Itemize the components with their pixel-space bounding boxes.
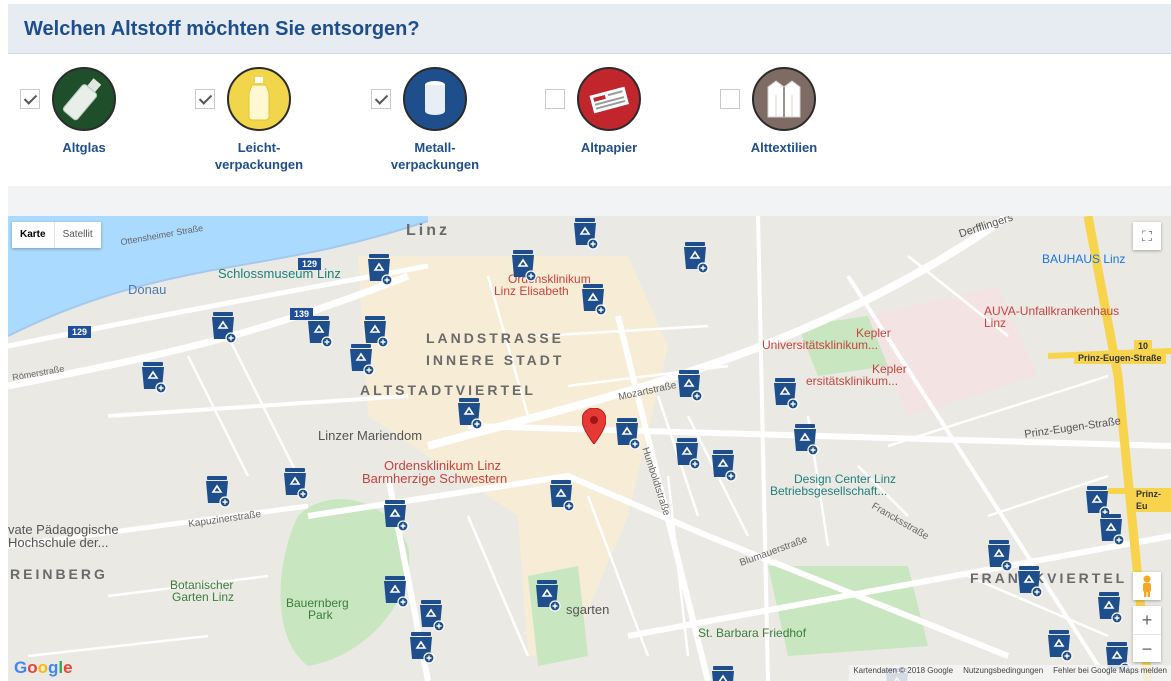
- poi-bauernberg-2: Park: [308, 608, 333, 622]
- map[interactable]: Linz LANDSTRASSE INNERE STADT ALTSTADTVI…: [8, 216, 1171, 681]
- street-view-button[interactable]: [1133, 572, 1161, 600]
- filter-altglas[interactable]: Altglas: [10, 67, 170, 187]
- poi-bauhaus: BAUHAUS Linz: [1042, 252, 1126, 266]
- report-error-link[interactable]: Fehler bei Google Maps melden: [1053, 666, 1167, 680]
- map-type-satellit[interactable]: Satellit: [53, 222, 101, 248]
- newspaper-icon[interactable]: [577, 67, 641, 131]
- recycling-bin-icon[interactable]: [304, 314, 334, 348]
- recycling-bin-icon[interactable]: [280, 466, 310, 500]
- prinz-eugen-yellow-label: Prinz-Eugen-Straße: [1074, 352, 1166, 364]
- recycling-bin-icon[interactable]: [578, 282, 608, 316]
- label-reinberg: REINBERG: [10, 566, 108, 582]
- recycling-bin-icon[interactable]: [202, 474, 232, 508]
- map-type-control: Karte Satellit: [12, 222, 101, 248]
- poi-schlossmuseum: Schlossmuseum Linz: [218, 266, 341, 281]
- filter-altpapier[interactable]: Altpapier: [535, 67, 695, 187]
- recycling-bin-icon[interactable]: [416, 598, 446, 632]
- page-header: Welchen Altstoff möchten Sie entsorgen?: [8, 4, 1171, 54]
- zoom-control: + −: [1133, 606, 1161, 662]
- recycling-bin-icon[interactable]: [674, 368, 704, 402]
- poi-design-center-2: Betriebsgesellschaft...: [770, 484, 888, 498]
- recycling-bin-icon[interactable]: [1044, 628, 1074, 662]
- poi-volksgarten: sgarten: [566, 602, 610, 617]
- alttextilien-label: Alttextilien: [750, 140, 818, 155]
- map-attribution: Kartendaten © 2018 Google Nutzungsbeding…: [849, 665, 1171, 681]
- poi-ordensklinikum-elisabeth-2: Linz Elisabeth: [494, 284, 569, 298]
- recycling-bin-icon[interactable]: [208, 310, 238, 344]
- bottle-icon[interactable]: [52, 67, 116, 131]
- filter-leichtverpackungen[interactable]: Leicht-verpackungen: [185, 67, 345, 187]
- label-franckviertel: FRANCKVIERTEL: [970, 570, 1128, 586]
- recycling-bin-icon[interactable]: [708, 448, 738, 482]
- poi-auva-2: Linz: [984, 316, 1007, 330]
- pegman-icon: [1143, 575, 1151, 597]
- recycling-bin-icon[interactable]: [532, 578, 562, 612]
- label-linz: Linz: [406, 222, 450, 239]
- recycling-bin-icon[interactable]: [138, 360, 168, 394]
- poi-ordensklinikum-barm-2: Barmherzige Schwestern: [362, 471, 508, 486]
- section-separator: [8, 186, 1171, 216]
- can-icon[interactable]: [403, 67, 467, 131]
- recycling-bin-icon[interactable]: [790, 422, 820, 456]
- jacket-icon[interactable]: [752, 67, 816, 131]
- page-title: Welchen Altstoff möchten Sie entsorgen?: [24, 18, 420, 40]
- waste-type-filters: Altglas Leicht-verpackungen Metall-verpa…: [0, 55, 1171, 185]
- fullscreen-button[interactable]: ⛶: [1133, 222, 1161, 250]
- recycling-bin-icon[interactable]: [380, 498, 410, 532]
- recycling-bin-icon[interactable]: [380, 574, 410, 608]
- altpapier-label: Altpapier: [580, 140, 638, 155]
- fullscreen-icon: ⛶: [1142, 228, 1152, 244]
- route-129-shield: 129: [298, 258, 322, 270]
- plastic-bottle-icon[interactable]: [227, 67, 291, 131]
- location-pin-icon[interactable]: [582, 408, 606, 444]
- recycling-bin-icon[interactable]: [612, 416, 642, 450]
- label-landstrasse: LANDSTRASSE: [426, 330, 565, 346]
- map-type-karte[interactable]: Karte: [12, 222, 54, 248]
- poi-kepler-2b: ersitätsklinikum...: [806, 374, 899, 388]
- poi-botanischer-2: Garten Linz: [172, 590, 235, 604]
- recycling-bin-icon[interactable]: [508, 248, 538, 282]
- recycling-bin-icon[interactable]: [364, 252, 394, 286]
- label-altstadtviertel: ALTSTADTVIERTEL: [360, 382, 536, 398]
- zoom-out-button[interactable]: −: [1133, 635, 1161, 663]
- recycling-bin-icon[interactable]: [984, 538, 1014, 572]
- route-10-shield: 10: [1134, 340, 1153, 352]
- recycling-bin-icon[interactable]: [1014, 564, 1044, 598]
- leichtverpackungen-label: Leicht-verpackungen: [214, 140, 304, 172]
- attribution-data: Kartendaten © 2018 Google: [853, 666, 954, 675]
- recycling-bin-icon[interactable]: [770, 376, 800, 410]
- recycling-bin-icon[interactable]: [672, 436, 702, 470]
- recycling-bin-icon[interactable]: [680, 240, 710, 274]
- poi-kepler-1b: Universitätsklinikum...: [762, 338, 879, 352]
- altpapier-checkbox[interactable]: [545, 89, 565, 109]
- recycling-bin-icon[interactable]: [454, 396, 484, 430]
- poi-mariendom: Linzer Mariendom: [318, 428, 423, 443]
- recycling-bin-icon[interactable]: [406, 630, 436, 664]
- terms-link[interactable]: Nutzungsbedingungen: [963, 666, 1043, 680]
- route-129-shield-2: 129: [68, 326, 92, 338]
- metallverpackungen-checkbox[interactable]: [371, 89, 391, 109]
- recycling-bin-icon[interactable]: [570, 216, 600, 250]
- filter-alttextilien[interactable]: Alttextilien: [710, 67, 870, 187]
- poi-st-barbara: St. Barbara Friedhof: [698, 626, 807, 640]
- filter-metallverpackungen[interactable]: Metall-verpackungen: [361, 67, 521, 187]
- zoom-in-button[interactable]: +: [1133, 606, 1161, 635]
- poi-paedagogische-2: Hochschule der...: [8, 535, 109, 550]
- altglas-checkbox[interactable]: [20, 89, 40, 109]
- recycling-bin-icon[interactable]: [1096, 512, 1126, 546]
- recycling-bin-icon[interactable]: [708, 664, 738, 681]
- recycling-bin-icon[interactable]: [1094, 590, 1124, 624]
- recycling-bin-icon[interactable]: [546, 478, 576, 512]
- label-donau: Donau: [128, 282, 167, 297]
- recycling-bin-icon[interactable]: [346, 342, 376, 376]
- prinz-eugen-yellow-label-2: Prinz-Eu: [1132, 488, 1171, 512]
- label-innere-stadt: INNERE STADT: [426, 352, 565, 368]
- leichtverpackungen-checkbox[interactable]: [195, 89, 215, 109]
- altglas-label: Altglas: [62, 140, 106, 155]
- metallverpackungen-label: Metall-verpackungen: [390, 140, 480, 172]
- alttextilien-checkbox[interactable]: [720, 89, 740, 109]
- google-logo: Google: [14, 658, 73, 677]
